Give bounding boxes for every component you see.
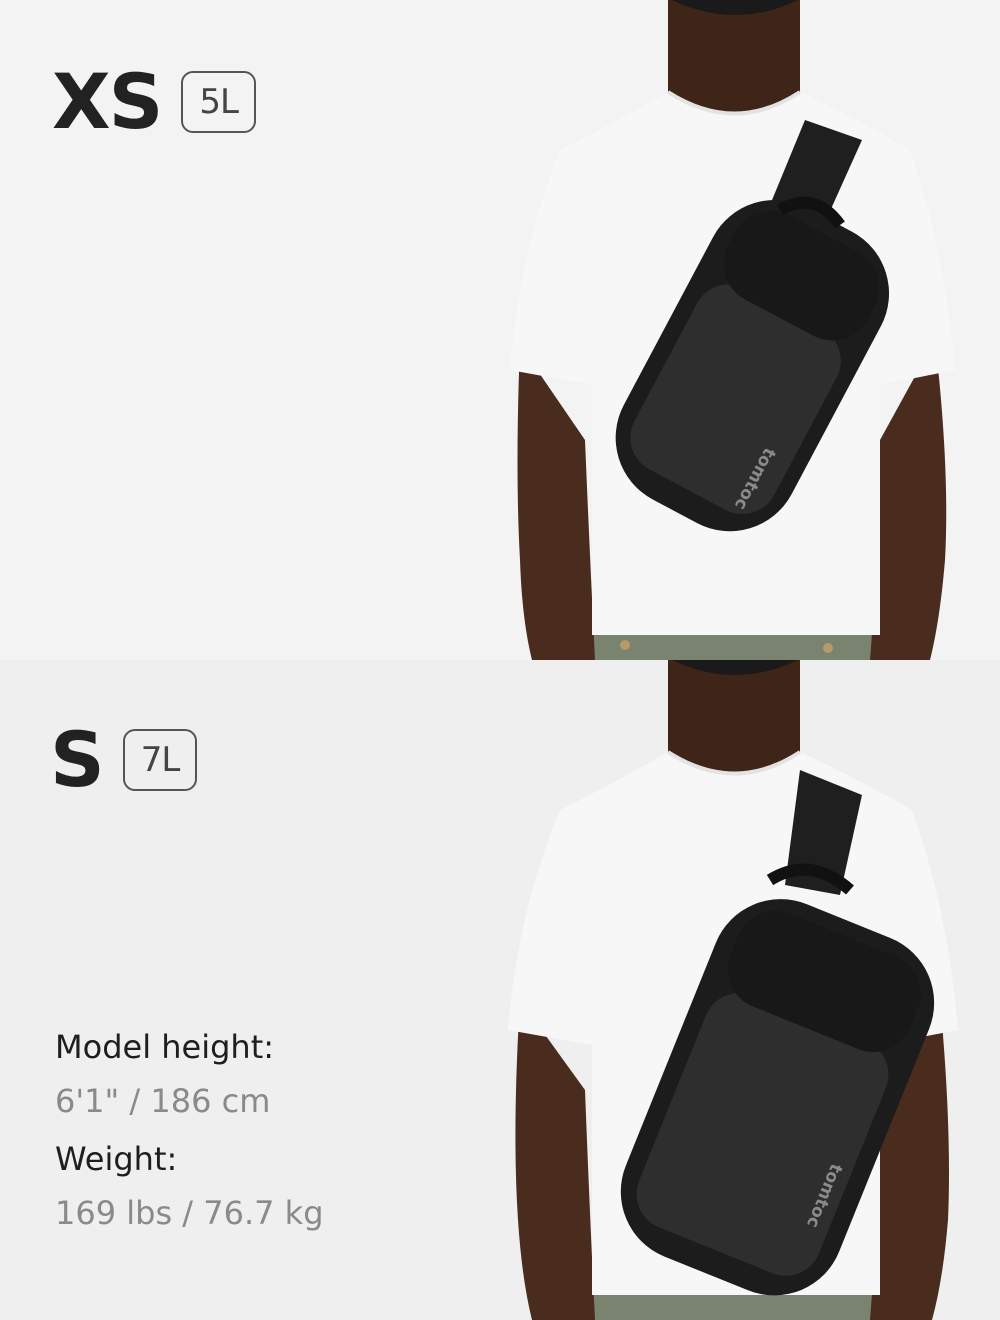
size-letter: S — [50, 715, 105, 804]
model-height-label: Model height: — [55, 1028, 275, 1066]
size-letter: XS — [52, 57, 163, 146]
volume-badge: 7L — [122, 729, 198, 791]
xs-size-panel: tomtoc XS 5L — [0, 0, 1000, 660]
model-height-value: 6'1" / 186 cm — [55, 1082, 271, 1120]
model-specs: Model height: 6'1" / 186 cm Weight: 169 … — [55, 1028, 324, 1252]
xs-size-heading: XS 5L — [52, 64, 256, 140]
model-weight-value: 169 lbs / 76.7 kg — [55, 1194, 324, 1232]
volume-badge: 5L — [181, 71, 256, 133]
model-weight-label: Weight: — [55, 1140, 178, 1178]
s-size-heading: S 7L — [50, 715, 198, 804]
